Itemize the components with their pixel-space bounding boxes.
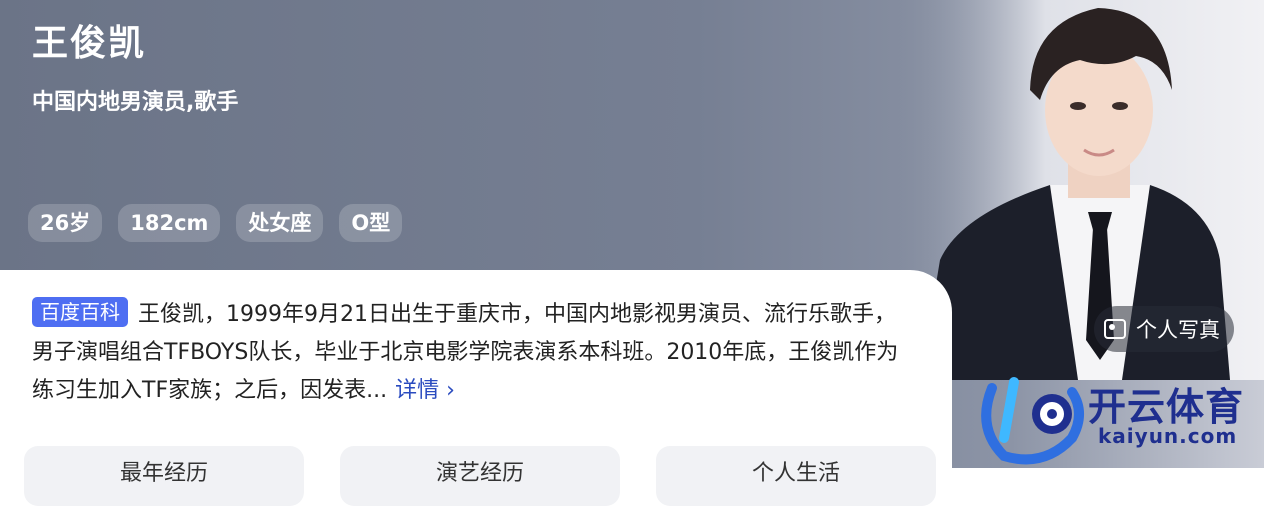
baidu-baike-badge[interactable]: 百度百科 — [32, 297, 128, 327]
bio-text: 王俊凯，1999年9月21日出生于重庆市，中国内地影视男演员、流行乐歌手，男子演… — [32, 302, 899, 403]
kaiyun-brand-text: 开云体育 — [1088, 385, 1245, 429]
section-tabs: 最年经历 演艺经历 个人生活 — [24, 446, 936, 506]
tag-blood-type[interactable]: O型 — [339, 204, 403, 242]
personal-photos-label: 个人写真 — [1136, 318, 1220, 342]
person-occupation: 中国内地男演员,歌手 — [32, 90, 239, 115]
tag-age[interactable]: 26岁 — [28, 204, 103, 242]
kaiyun-url-text: kaiyun.com — [1098, 424, 1238, 448]
profile-tags: 26岁 182cm 处女座 O型 — [28, 204, 403, 242]
tab-early-experience[interactable]: 最年经历 — [24, 446, 304, 506]
tag-zodiac[interactable]: 处女座 — [236, 204, 324, 242]
photo-icon — [1104, 319, 1126, 339]
person-name: 王俊凯 — [32, 23, 147, 64]
bio-card: 百度百科 王俊凯，1999年9月21日出生于重庆市，中国内地影视男演员、流行乐歌手… — [0, 270, 952, 506]
tab-career[interactable]: 演艺经历 — [340, 446, 620, 506]
tab-personal-life[interactable]: 个人生活 — [656, 446, 936, 506]
details-link[interactable]: 详情 › — [395, 378, 455, 403]
tag-height[interactable]: 182cm — [118, 204, 221, 242]
personal-photos-button[interactable]: 个人写真 — [1094, 306, 1234, 352]
bio-description: 百度百科 王俊凯，1999年9月21日出生于重庆市，中国内地影视男演员、流行乐歌手… — [32, 296, 912, 410]
